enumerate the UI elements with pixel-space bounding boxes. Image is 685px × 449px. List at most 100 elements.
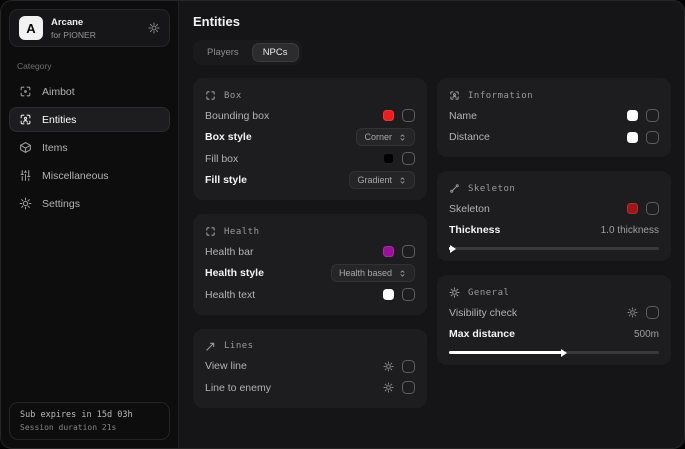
slider-thumb[interactable] [561, 349, 567, 357]
left-column: Box Bounding box Box style Corner [193, 78, 427, 408]
entities-icon [19, 113, 32, 126]
card-title: Information [468, 91, 533, 101]
box-style-select[interactable]: Corner [356, 128, 415, 146]
checkbox[interactable] [402, 152, 415, 165]
sidebar-item-label: Entities [42, 114, 76, 126]
page-title: Entities [193, 14, 671, 29]
row-visibility-check: Visibility check [449, 302, 659, 324]
scan-icon [205, 90, 216, 101]
color-swatch[interactable] [627, 203, 638, 214]
row-fill-style: Fill style Gradient [205, 170, 415, 192]
thickness-slider[interactable] [449, 244, 659, 252]
checkbox[interactable] [646, 131, 659, 144]
checkbox[interactable] [402, 245, 415, 258]
gear-icon[interactable] [148, 22, 160, 34]
color-swatch[interactable] [383, 153, 394, 164]
row-label: Box style [205, 131, 252, 143]
lines-card-header: Lines [205, 337, 415, 356]
checkbox[interactable] [646, 306, 659, 319]
line-arrow-icon [205, 341, 216, 352]
sidebar-item-label: Items [42, 142, 68, 154]
app-subtitle: for PIONER [51, 30, 96, 40]
unfold-icon [398, 133, 407, 142]
row-label: Max distance [449, 328, 515, 340]
row-box-style: Box style Corner [205, 127, 415, 149]
tab-players[interactable]: Players [196, 43, 250, 62]
tab-group: Players NPCs [193, 40, 302, 65]
sidebar-item-label: Settings [42, 198, 80, 210]
gear-icon[interactable] [383, 382, 394, 393]
card-title: Skeleton [468, 184, 515, 194]
general-card-header: General [449, 283, 659, 302]
general-card: General Visibility check Max distance 50… [437, 275, 671, 365]
sub-expiry-text: Sub expires in 15d 03h [20, 410, 159, 420]
lines-card: Lines View line Line to enemy [193, 329, 427, 408]
logo-monogram: A [19, 16, 43, 40]
bone-icon [449, 183, 460, 194]
health-card-header: Health [205, 222, 415, 241]
row-label: Distance [449, 131, 490, 143]
checkbox[interactable] [402, 109, 415, 122]
select-value: Health based [339, 268, 392, 278]
row-label: Fill box [205, 153, 238, 165]
row-bounding-box: Bounding box [205, 105, 415, 127]
thickness-value: 1.0 thickness [601, 225, 659, 236]
row-label: Fill style [205, 174, 247, 186]
card-title: Health [224, 227, 260, 237]
slider-thumb[interactable] [450, 245, 456, 253]
sidebar-item-aimbot[interactable]: Aimbot [9, 79, 170, 104]
sidebar-item-settings[interactable]: Settings [9, 191, 170, 216]
row-health-bar: Health bar [205, 241, 415, 263]
row-label: View line [205, 360, 247, 372]
max-distance-slider[interactable] [449, 348, 659, 356]
category-label: Category [17, 61, 162, 71]
gear-icon[interactable] [383, 361, 394, 372]
card-title: General [468, 288, 509, 298]
session-duration-text: Session duration 21s [20, 423, 159, 432]
max-distance-value: 500m [634, 329, 659, 340]
app-window: A Arcane for PIONER Category Aimbot Enti… [0, 0, 685, 449]
tab-npcs[interactable]: NPCs [252, 43, 299, 62]
sidebar: A Arcane for PIONER Category Aimbot Enti… [1, 1, 179, 448]
color-swatch[interactable] [627, 110, 638, 121]
sliders-icon [19, 169, 32, 182]
checkbox[interactable] [402, 381, 415, 394]
scan-icon [19, 85, 32, 98]
row-label: Skeleton [449, 203, 490, 215]
color-swatch[interactable] [383, 289, 394, 300]
row-name: Name [449, 105, 659, 127]
health-style-select[interactable]: Health based [331, 264, 415, 282]
sidebar-item-items[interactable]: Items [9, 135, 170, 160]
color-swatch[interactable] [627, 132, 638, 143]
select-value: Corner [364, 132, 392, 142]
sidebar-item-label: Aimbot [42, 86, 75, 98]
row-label: Health text [205, 289, 255, 301]
information-card-header: Information [449, 86, 659, 105]
slider-track[interactable] [449, 247, 659, 250]
right-column: Information Name Distance [437, 78, 671, 365]
checkbox[interactable] [402, 360, 415, 373]
color-swatch[interactable] [383, 110, 394, 121]
scan-icon [205, 226, 216, 237]
checkbox[interactable] [646, 202, 659, 215]
logo-text: Arcane for PIONER [51, 17, 96, 40]
gear-icon [19, 197, 32, 210]
sidebar-item-entities[interactable]: Entities [9, 107, 170, 132]
checkbox[interactable] [646, 109, 659, 122]
skeleton-card: Skeleton Skeleton Thickness 1.0 thicknes… [437, 171, 671, 261]
row-label: Bounding box [205, 110, 269, 122]
row-label: Visibility check [449, 307, 517, 319]
slider-fill [449, 247, 451, 250]
gear-icon[interactable] [627, 307, 638, 318]
logo-card: A Arcane for PIONER [9, 9, 170, 47]
checkbox[interactable] [402, 288, 415, 301]
skeleton-card-header: Skeleton [449, 179, 659, 198]
sidebar-item-label: Miscellaneous [42, 170, 109, 182]
color-swatch[interactable] [383, 246, 394, 257]
sidebar-item-miscellaneous[interactable]: Miscellaneous [9, 163, 170, 188]
row-distance: Distance [449, 127, 659, 149]
row-view-line: View line [205, 356, 415, 378]
row-health-style: Health style Health based [205, 263, 415, 285]
fill-style-select[interactable]: Gradient [349, 171, 415, 189]
row-label: Health bar [205, 246, 253, 258]
